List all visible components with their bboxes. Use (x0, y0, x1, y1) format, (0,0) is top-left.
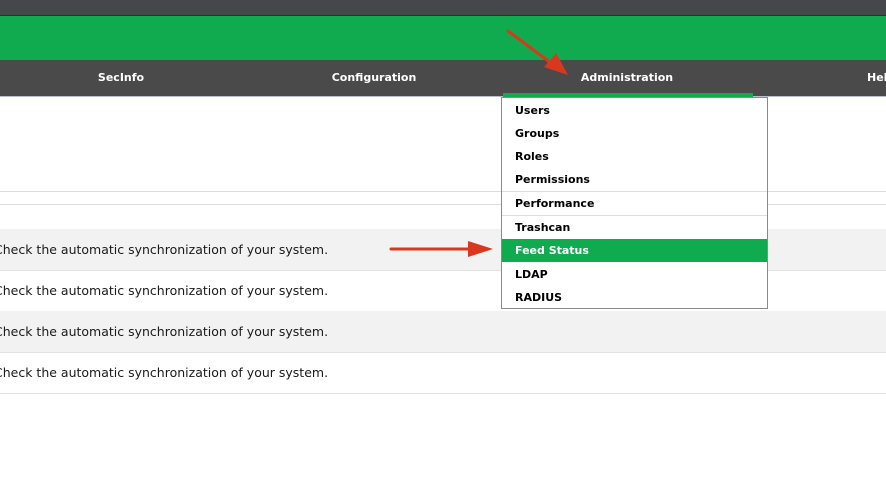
row-description: Check the automatic synchronization of y… (0, 283, 329, 298)
menu-item-ldap[interactable]: LDAP (502, 263, 767, 286)
nav-item-help[interactable]: Help (867, 60, 886, 96)
row-description: Check the automatic synchronization of y… (0, 365, 329, 380)
nav-item-secinfo[interactable]: SecInfo (98, 60, 144, 96)
menu-item-trashcan[interactable]: Trashcan (502, 216, 767, 239)
main-navigation: SecInfo Configuration Administration Hel… (0, 60, 886, 97)
menu-item-permissions[interactable]: Permissions (502, 168, 767, 191)
menu-item-feed-status[interactable]: Feed Status (502, 239, 767, 262)
table-row[interactable]: Check the automatic synchronization of y… (0, 311, 886, 353)
nav-item-administration[interactable]: Administration (581, 60, 673, 96)
menu-item-radius[interactable]: RADIUS (502, 286, 767, 309)
table-row[interactable]: Check the automatic synchronization of y… (0, 352, 886, 394)
row-description: Check the automatic synchronization of y… (0, 242, 329, 257)
header-banner (0, 16, 886, 60)
administration-dropdown-menu: Users Groups Roles Permissions Performan… (501, 97, 768, 309)
menu-item-groups[interactable]: Groups (502, 122, 767, 145)
menu-item-performance[interactable]: Performance (502, 192, 767, 215)
nav-item-configuration[interactable]: Configuration (332, 60, 417, 96)
row-description: Check the automatic synchronization of y… (0, 324, 329, 339)
window-top-bar (0, 0, 886, 16)
menu-item-users[interactable]: Users (502, 99, 767, 122)
menu-item-roles[interactable]: Roles (502, 145, 767, 168)
